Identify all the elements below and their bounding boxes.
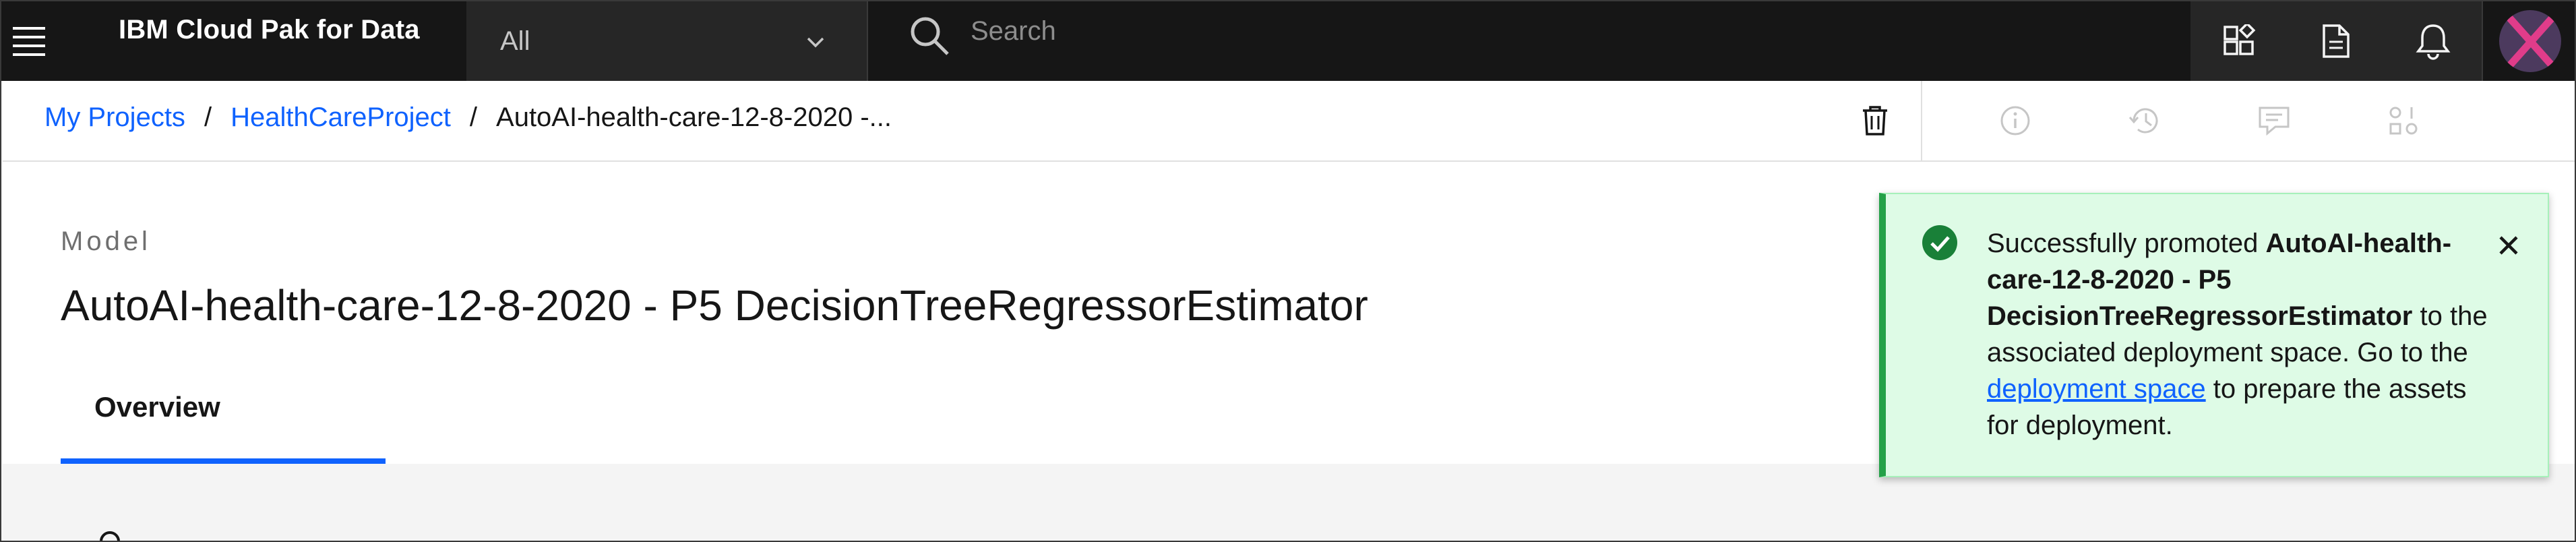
brand-name[interactable]: IBM Cloud Pak for Data — [119, 15, 420, 45]
tab-overview[interactable]: Overview — [61, 391, 386, 464]
comments-panel-button[interactable] — [2209, 81, 2339, 160]
documentation-button[interactable] — [2288, 1, 2385, 81]
toolbar-divider — [1921, 81, 1922, 160]
comments-icon — [2259, 107, 2290, 136]
shell-header: IBM Cloud Pak for Data All — [1, 1, 2575, 81]
toast-prefix: Successfully promoted — [1987, 229, 2266, 258]
related-assets-icon — [2389, 107, 2418, 135]
shell-actions — [2190, 1, 2482, 81]
notification-bell-icon — [2416, 24, 2451, 60]
asset-type-label: Model — [61, 227, 151, 256]
checkmark-filled-icon — [1922, 225, 1957, 260]
user-profile[interactable] — [2482, 1, 2575, 81]
page-title: AutoAI-health-care-12-8-2020 - P5 Decisi… — [61, 281, 1368, 330]
apps-button[interactable] — [2190, 1, 2288, 81]
content-icon — [100, 531, 120, 541]
project-toolbar: My Projects / HealthCareProject / AutoAI… — [3, 81, 2575, 162]
breadcrumb-separator: / — [204, 102, 212, 132]
tab-overview-label: Overview — [94, 391, 220, 423]
history-panel-button[interactable] — [2080, 81, 2209, 160]
notifications-button[interactable] — [2385, 1, 2482, 81]
related-assets-panel-button[interactable] — [2339, 81, 2468, 160]
close-icon[interactable] — [2494, 231, 2523, 260]
hamburger-icon[interactable] — [1, 1, 57, 81]
toast-message: Successfully promoted AutoAI-health-care… — [1987, 225, 2499, 444]
breadcrumb: My Projects / HealthCareProject / AutoAI… — [44, 102, 892, 133]
apps-icon — [2224, 24, 2256, 55]
search-input[interactable] — [971, 11, 2116, 51]
breadcrumb-current: AutoAI-health-care-12-8-2020 -... — [496, 102, 892, 132]
breadcrumb-my-projects[interactable]: My Projects — [44, 102, 185, 133]
deployment-space-link[interactable]: deployment space — [1987, 374, 2206, 404]
info-icon — [2000, 106, 2030, 136]
delete-button[interactable] — [1843, 81, 1907, 160]
document-icon — [2323, 24, 2350, 58]
scope-value: All — [500, 26, 530, 56]
user-avatar-icon — [2499, 10, 2561, 72]
breadcrumb-project[interactable]: HealthCareProject — [231, 102, 451, 133]
success-toast: Successfully promoted AutoAI-health-care… — [1879, 193, 2549, 477]
global-search — [869, 1, 2190, 81]
chevron-down-icon — [807, 37, 824, 48]
breadcrumb-separator: / — [469, 102, 478, 132]
trash-icon — [1863, 106, 1887, 136]
info-panel-button[interactable] — [1951, 81, 2080, 160]
history-icon — [2128, 108, 2158, 133]
scope-dropdown[interactable]: All — [466, 1, 868, 81]
asset-tools — [1843, 81, 2468, 160]
search-icon — [911, 17, 949, 55]
app-window: IBM Cloud Pak for Data All Search My Pro… — [0, 0, 2576, 542]
